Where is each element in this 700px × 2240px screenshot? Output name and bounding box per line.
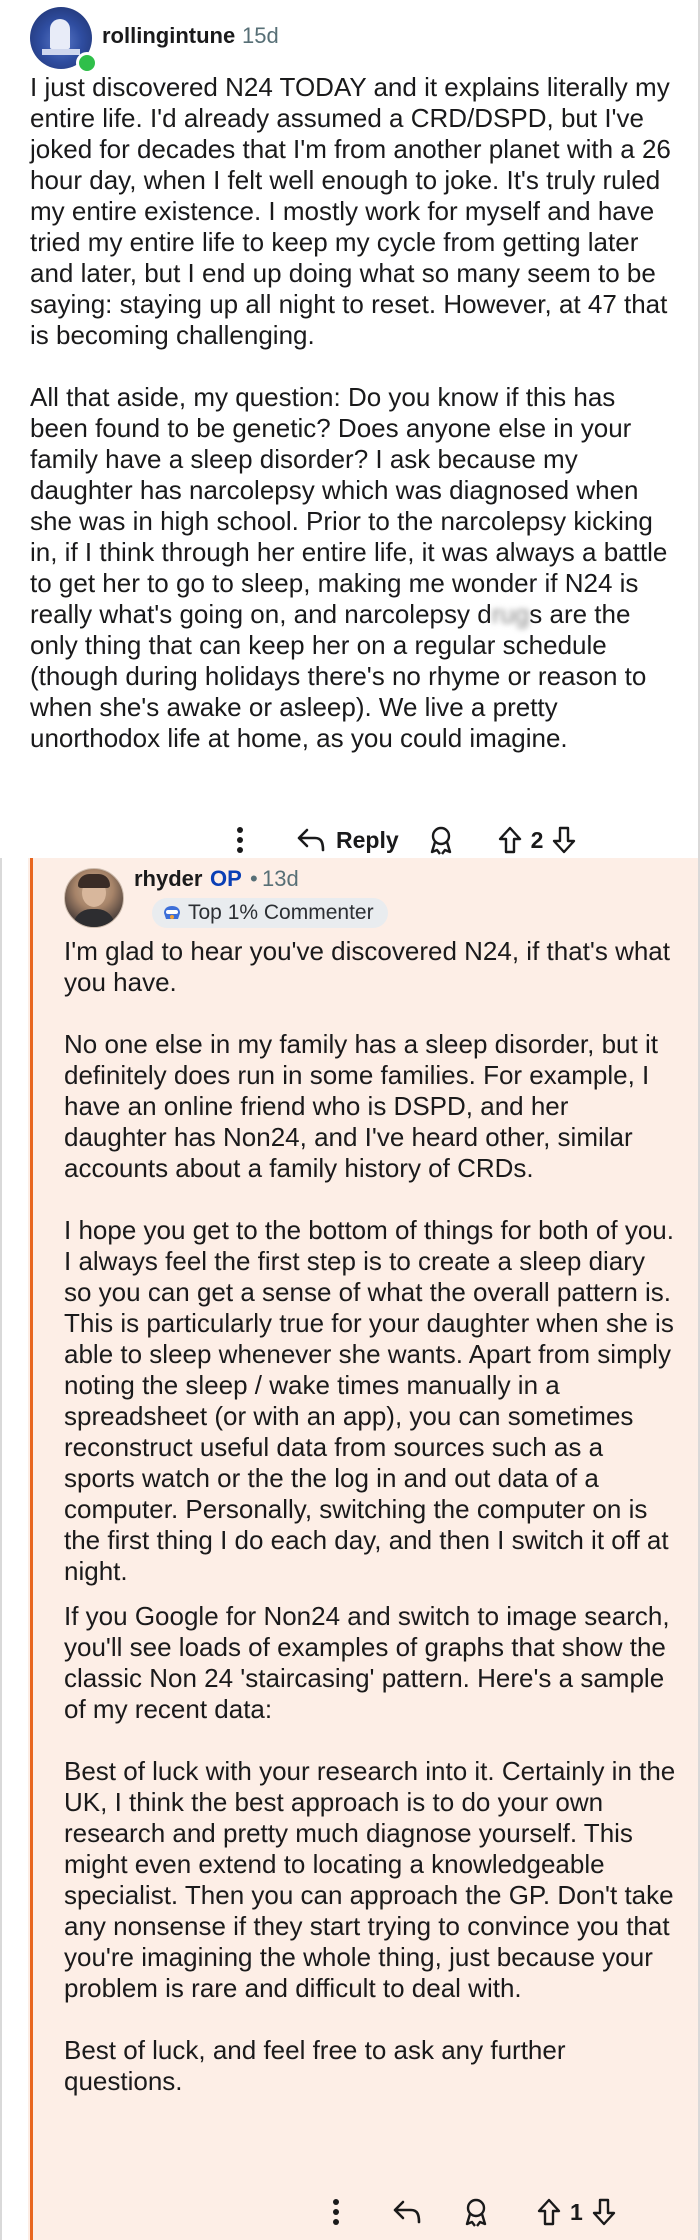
comment-username[interactable]: rollingintune — [102, 23, 235, 49]
reply-paragraph: If you Google for Non24 and switch to im… — [64, 1601, 670, 1724]
upvote-icon[interactable] — [497, 826, 523, 854]
more-options-icon — [237, 827, 243, 853]
downvote-icon[interactable] — [551, 826, 577, 854]
reply-button[interactable]: Reply — [296, 827, 399, 854]
reply-timestamp[interactable]: 13d — [262, 866, 299, 892]
award-button[interactable] — [427, 825, 455, 855]
reply-arrow-icon — [393, 2200, 421, 2224]
reply-action-bar: 1 — [332, 2192, 617, 2232]
user-avatar[interactable] — [64, 868, 124, 928]
reply-paragraph: Best of luck with your research into it.… — [64, 1756, 676, 2003]
vote-count: 2 — [530, 826, 544, 853]
downvote-icon[interactable] — [591, 2198, 617, 2226]
reply-paragraph: I hope you get to the bottom of things f… — [64, 1215, 674, 1586]
comment-paragraph: All that aside, my question: Do you know… — [30, 382, 668, 753]
comment-timestamp[interactable]: 15d — [242, 23, 279, 49]
comment-action-bar: Reply 2 — [236, 820, 577, 860]
more-options-button[interactable] — [236, 826, 244, 854]
reply-arrow-icon — [297, 828, 325, 852]
reply-paragraph: I'm glad to hear you've discovered N24, … — [64, 936, 670, 997]
online-status-dot — [76, 52, 98, 74]
vote-count: 1 — [570, 2198, 583, 2225]
award-icon — [465, 2198, 487, 2227]
vote-control: 1 — [536, 2198, 617, 2226]
comment-body: I just discovered N24 TODAY and it expla… — [30, 72, 680, 754]
badge-label: Top 1% Commenter — [188, 901, 374, 924]
commenter-badge-icon — [164, 906, 180, 919]
more-options-icon — [333, 2199, 339, 2225]
reply-button[interactable] — [392, 2199, 422, 2225]
award-icon — [430, 826, 451, 855]
reply-paragraph: Best of luck, and feel free to ask any f… — [64, 2035, 566, 2096]
comment-paragraph: I just discovered N24 TODAY and it expla… — [30, 72, 671, 350]
reply-body: I'm glad to hear you've discovered N24, … — [64, 936, 676, 2097]
more-options-button[interactable] — [332, 2198, 340, 2226]
op-tag: OP — [210, 866, 242, 891]
reply-username[interactable]: rhyder — [134, 866, 202, 892]
reply-label[interactable]: Reply — [336, 827, 399, 854]
separator-dot: • — [250, 866, 258, 891]
upvote-icon[interactable] — [536, 2198, 562, 2226]
commenter-badge[interactable]: Top 1% Commenter — [152, 898, 388, 928]
reply-paragraph: No one else in my family has a sleep dis… — [64, 1029, 658, 1183]
vote-control: 2 — [497, 826, 578, 854]
blurred-text: rug — [491, 599, 530, 629]
award-button[interactable] — [462, 2197, 490, 2227]
thread-line[interactable] — [30, 858, 33, 2240]
